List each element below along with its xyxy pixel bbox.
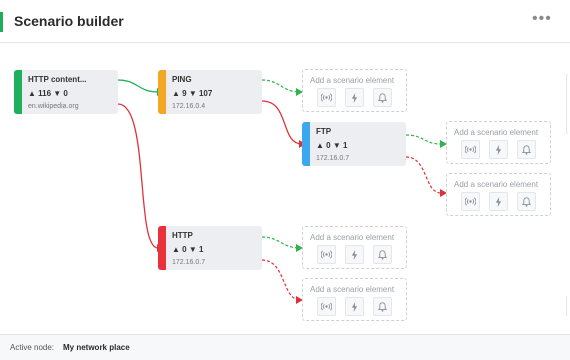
bolt-icon[interactable] (489, 192, 508, 211)
radio-waves-icon[interactable] (317, 88, 336, 107)
node-ping[interactable]: PING ▲ 9 ▼ 107 172.16.0.4 (158, 70, 262, 114)
node-address: en.wikipedia.org (28, 103, 79, 110)
link-http-to-add-2 (261, 259, 301, 301)
add-scenario-element[interactable]: Add a scenario element (302, 226, 407, 269)
bell-icon[interactable] (373, 245, 392, 264)
node-title: HTTP content... (28, 75, 87, 84)
node-address: 172.16.0.4 (172, 103, 206, 110)
add-element-label: Add a scenario element (310, 233, 395, 242)
link-ftp-to-add (405, 134, 442, 145)
node-address: 172.16.0.7 (172, 259, 206, 266)
add-scenario-element[interactable]: Add a scenario element (446, 173, 551, 216)
node-title: FTP (316, 127, 332, 136)
link-http-content-to-http (117, 103, 159, 249)
bell-icon[interactable] (373, 297, 392, 316)
bolt-icon[interactable] (345, 297, 364, 316)
radio-waves-icon[interactable] (317, 245, 336, 264)
bell-icon[interactable] (373, 88, 392, 107)
node-http-content[interactable]: HTTP content... ▲ 116 ▼ 0 en.wikipedia.o… (14, 70, 118, 114)
active-node-value: My network place (63, 343, 130, 352)
bolt-icon[interactable] (345, 88, 364, 107)
link-http-content-to-ping (117, 79, 159, 93)
node-http[interactable]: HTTP ▲ 0 ▼ 1 172.16.0.7 (158, 226, 262, 270)
bell-icon[interactable] (517, 192, 536, 211)
add-scenario-element[interactable]: Add a scenario element (302, 69, 407, 112)
node-stats: ▲ 0 ▼ 1 (172, 245, 204, 254)
node-stats: ▲ 116 ▼ 0 (28, 89, 68, 98)
node-title: HTTP (172, 231, 193, 240)
node-ftp[interactable]: FTP ▲ 0 ▼ 1 172.16.0.7 (302, 122, 406, 166)
active-node-label: Active node: (10, 343, 55, 352)
node-status-bar (14, 70, 22, 114)
link-http-to-add (261, 236, 301, 249)
link-ping-to-add (261, 79, 301, 93)
radio-waves-icon[interactable] (461, 140, 480, 159)
node-title: PING (172, 75, 192, 84)
node-status-bar (302, 122, 310, 166)
status-footer: Active node: My network place (0, 335, 570, 360)
add-scenario-element[interactable]: Add a scenario element (302, 278, 407, 321)
add-element-label: Add a scenario element (454, 180, 539, 189)
add-scenario-element[interactable]: Add a scenario element (446, 121, 551, 164)
node-address: 172.16.0.7 (316, 155, 350, 162)
bell-icon[interactable] (517, 140, 536, 159)
node-status-bar (158, 226, 166, 270)
link-ftp-to-add-2 (405, 156, 442, 194)
radio-waves-icon[interactable] (317, 297, 336, 316)
node-status-bar (158, 70, 166, 114)
node-stats: ▲ 0 ▼ 1 (316, 141, 348, 150)
node-stats: ▲ 9 ▼ 107 (172, 89, 213, 98)
bolt-icon[interactable] (489, 140, 508, 159)
bolt-icon[interactable] (345, 245, 364, 264)
add-element-label: Add a scenario element (310, 76, 395, 85)
radio-waves-icon[interactable] (461, 192, 480, 211)
link-ping-to-ftp (261, 100, 303, 145)
add-element-label: Add a scenario element (454, 128, 539, 137)
add-element-label: Add a scenario element (310, 285, 395, 294)
